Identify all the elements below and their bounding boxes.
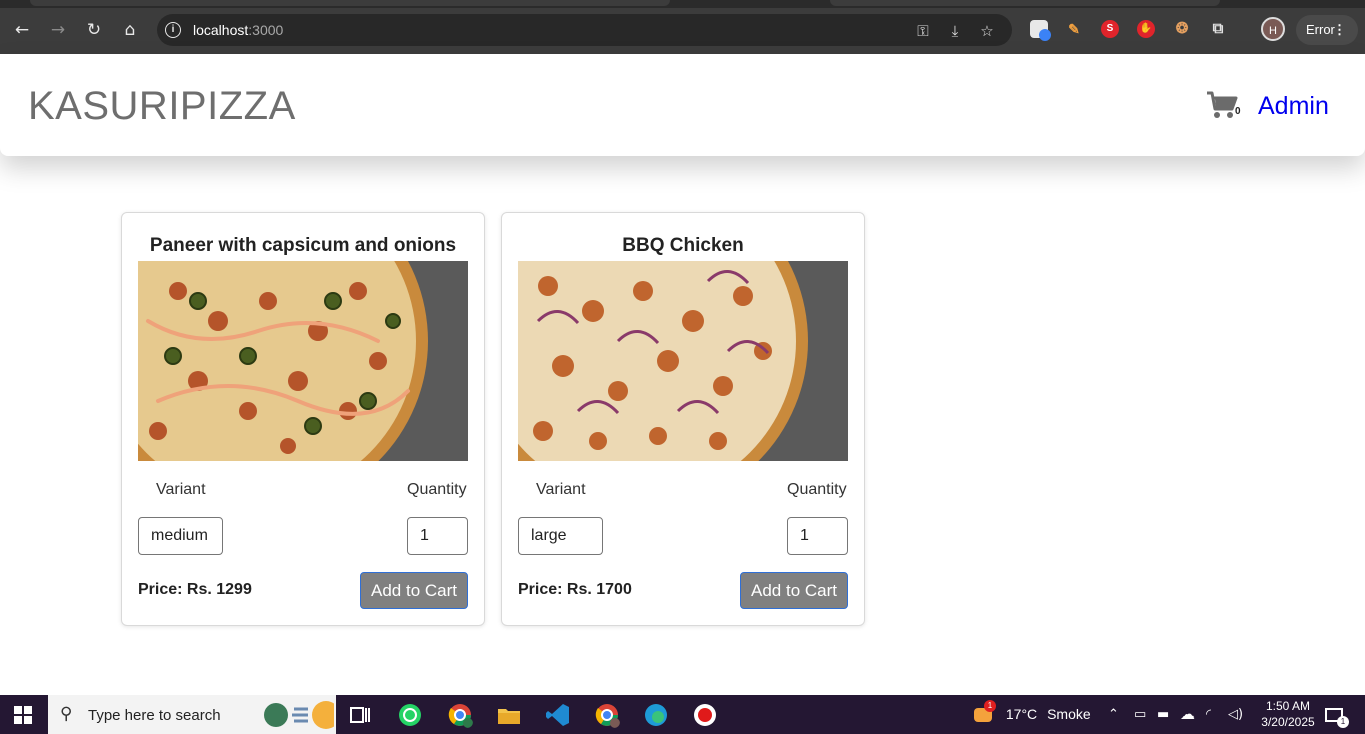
pizza-name: BBQ Chicken xyxy=(622,235,744,256)
search-icon: ⚲ xyxy=(60,704,73,724)
record-icon[interactable] xyxy=(692,702,718,728)
battery-icon[interactable]: ▬ xyxy=(1157,695,1169,734)
site-info-icon[interactable]: i xyxy=(165,22,181,38)
forward-icon[interactable]: → xyxy=(46,18,70,42)
add-to-cart-button[interactable]: Add to Cart xyxy=(360,572,468,609)
cart-count: 0 xyxy=(1235,106,1241,117)
install-app-icon[interactable]: ⤓ xyxy=(946,22,964,40)
windows-start-icon[interactable] xyxy=(14,706,32,724)
quantity-select[interactable]: 1 xyxy=(407,517,468,555)
variant-label: Variant xyxy=(156,481,206,498)
clock-time: 1:50 AM xyxy=(1265,699,1311,713)
admin-link[interactable]: Admin xyxy=(1258,92,1329,121)
weather-desc: Smoke xyxy=(1047,706,1091,722)
extensions-puzzle-icon[interactable]: ⧉ xyxy=(1209,20,1227,38)
pizza-price: Price: Rs. 1700 xyxy=(518,581,632,598)
file-explorer-icon[interactable] xyxy=(496,702,522,728)
weather-icon: 1 xyxy=(972,700,996,726)
wifi-icon[interactable]: ◜ xyxy=(1206,695,1211,734)
quantity-label: Quantity xyxy=(787,481,847,498)
address-url[interactable]: localhost:3000 xyxy=(193,22,283,38)
search-placeholder: Type here to search xyxy=(88,707,221,724)
vscode-icon[interactable] xyxy=(545,702,571,728)
profile-avatar[interactable]: H xyxy=(1261,17,1285,41)
address-bar[interactable]: i localhost:3000 ⚿ ⤓ ☆ xyxy=(157,14,1012,46)
pizza-price: Price: Rs. 1299 xyxy=(138,581,252,598)
error-label: Error xyxy=(1306,22,1335,37)
error-button[interactable]: Error ⋮ xyxy=(1296,15,1358,45)
extension-icon[interactable] xyxy=(1030,20,1051,41)
url-port: :3000 xyxy=(248,22,284,38)
volume-icon[interactable]: ◁) xyxy=(1228,695,1243,734)
weather-badge: 1 xyxy=(984,700,996,713)
hand-extension-icon[interactable]: ✋ xyxy=(1137,20,1155,38)
bookmark-star-icon[interactable]: ☆ xyxy=(978,22,996,40)
clock-date: 3/20/2025 xyxy=(1261,715,1315,729)
variant-select[interactable]: medium xyxy=(138,517,223,555)
taskbar-clock[interactable]: 1:50 AM 3/20/2025 xyxy=(1257,698,1319,730)
search-highlight-icon[interactable] xyxy=(262,699,334,730)
home-icon[interactable]: ⌂ xyxy=(118,18,142,42)
tab-strip xyxy=(0,0,1365,8)
weather-temp: 17°C xyxy=(1005,706,1038,722)
pizza-card: Paneer with capsicum and onions Variant … xyxy=(121,212,485,626)
whatsapp-icon[interactable] xyxy=(397,702,423,728)
browser-tab[interactable] xyxy=(830,0,1220,6)
windows-taskbar: ⚲ Type here to search 1 17°C Smoke ⌃ ▭ ▬… xyxy=(0,695,1365,734)
password-key-icon[interactable]: ⚿ xyxy=(914,22,932,40)
pen-extension-icon[interactable]: ✎ xyxy=(1065,20,1083,38)
quantity-label: Quantity xyxy=(407,481,467,498)
show-hidden-icons[interactable]: ⌃ xyxy=(1108,695,1119,734)
edge-icon[interactable] xyxy=(643,702,669,728)
pizza-card: BBQ Chicken Variant Quantity large 1 Pri… xyxy=(501,212,865,626)
variant-label: Variant xyxy=(536,481,586,498)
chrome-icon[interactable] xyxy=(594,702,620,728)
weather-widget[interactable]: 1 17°C Smoke xyxy=(972,695,1091,734)
pizza-image[interactable] xyxy=(518,261,848,461)
variant-select[interactable]: large xyxy=(518,517,603,555)
back-icon[interactable]: ← xyxy=(10,18,34,42)
notification-count: 1 xyxy=(1337,716,1349,729)
quantity-select[interactable]: 1 xyxy=(787,517,848,555)
add-to-cart-button[interactable]: Add to Cart xyxy=(740,572,848,609)
browser-tab[interactable] xyxy=(30,0,670,6)
taskbar-search-box[interactable]: ⚲ Type here to search xyxy=(48,695,336,734)
brand-logo[interactable]: KASURIPIZZA xyxy=(28,84,296,129)
pizza-name: Paneer with capsicum and onions xyxy=(149,235,457,256)
site-navbar: KASURIPIZZA 0 Admin xyxy=(0,54,1365,156)
onedrive-cloud-icon[interactable]: ☁ xyxy=(1180,695,1195,734)
cookie-extension-icon[interactable]: ❂ xyxy=(1173,20,1191,38)
pizza-image[interactable] xyxy=(138,261,468,461)
chrome-profile-icon[interactable] xyxy=(447,702,473,728)
url-host: localhost xyxy=(193,22,249,38)
browser-chrome: ← → ↻ ⌂ i localhost:3000 ⚿ ⤓ ☆ ✎ S ✋ ❂ ⧉… xyxy=(0,0,1365,54)
task-view-icon[interactable] xyxy=(347,702,373,728)
notification-center-icon[interactable]: 1 xyxy=(1325,695,1349,734)
reload-icon[interactable]: ↻ xyxy=(82,18,106,42)
menu-dots-icon: ⋮ xyxy=(1333,22,1346,37)
meet-now-icon[interactable]: ▭ xyxy=(1134,695,1146,734)
s-extension-icon[interactable]: S xyxy=(1101,20,1119,38)
